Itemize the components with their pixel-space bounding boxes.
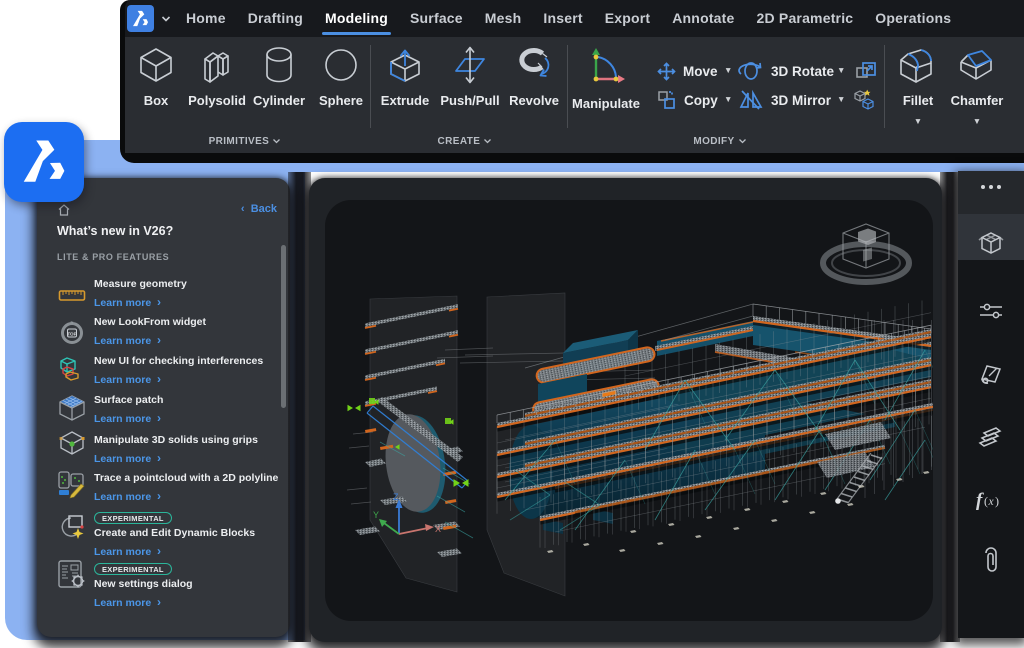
svg-text:TOP: TOP bbox=[67, 331, 76, 336]
svg-text:X: X bbox=[435, 524, 441, 534]
svg-text:f: f bbox=[976, 490, 984, 511]
svg-text:Y: Y bbox=[373, 510, 379, 520]
svg-text:): ) bbox=[995, 494, 999, 508]
svg-text:Z: Z bbox=[393, 492, 399, 502]
svg-text:N: N bbox=[71, 320, 74, 325]
svg-text:(: ( bbox=[984, 494, 988, 508]
svg-text:x: x bbox=[988, 496, 995, 508]
